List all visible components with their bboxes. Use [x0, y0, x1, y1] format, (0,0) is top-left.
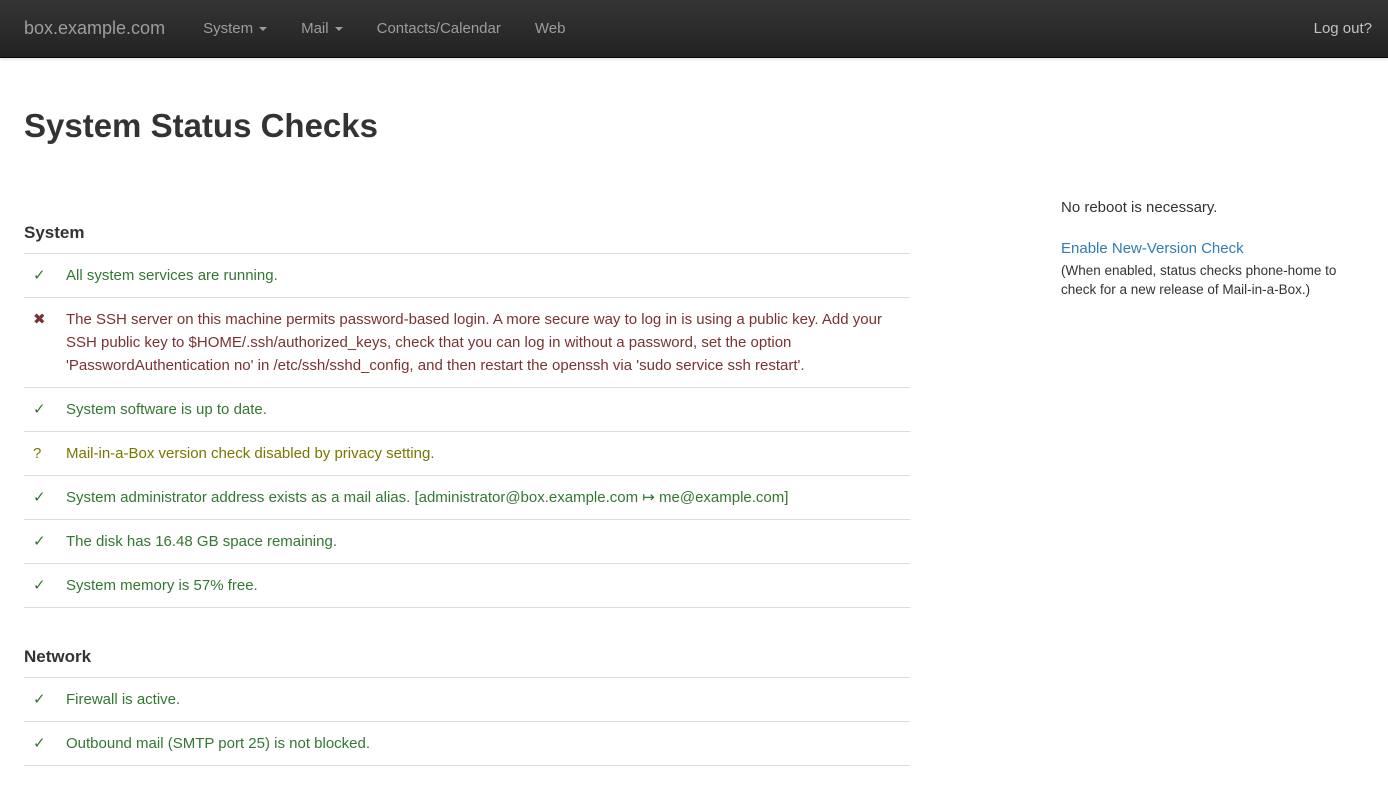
top-navbar: box.example.com System Mail Contacts/Cal…	[0, 0, 1388, 58]
enable-version-check-link[interactable]: Enable New-Version Check	[1061, 238, 1244, 259]
status-check-row: ✓ Outbound mail (SMTP port 25) is not bl…	[24, 722, 910, 766]
section-heading-row: System	[24, 184, 910, 254]
status-warning-icon: ?	[33, 445, 41, 462]
nav-item-label: Contacts/Calendar	[377, 20, 501, 37]
nav-item-web[interactable]: Web	[518, 0, 583, 57]
status-ok-icon: ✓	[33, 577, 46, 594]
sidebar-panel: No reboot is necessary. Enable New-Versi…	[1061, 184, 1364, 299]
status-text: Mail-in-a-Box version check disabled by …	[66, 445, 435, 462]
status-ok-icon: ✓	[33, 691, 46, 708]
nav-item-label: Web	[535, 20, 566, 37]
status-text: Firewall is active.	[66, 691, 180, 708]
logout-link[interactable]: Log out?	[1314, 20, 1372, 37]
version-check-note: (When enabled, status checks phone-home …	[1061, 261, 1364, 299]
section-heading: System	[24, 222, 902, 243]
status-text: System software is up to date.	[66, 401, 267, 418]
status-text: Outbound mail (SMTP port 25) is not bloc…	[66, 735, 370, 752]
status-check-row: ✓ The disk has 16.48 GB space remaining.	[24, 520, 910, 564]
status-check-row: ✓ System memory is 57% free.	[24, 564, 910, 608]
nav-item-contacts-calendar[interactable]: Contacts/Calendar	[360, 0, 518, 57]
section-heading-row: Network	[24, 608, 910, 678]
nav-item-system[interactable]: System	[186, 0, 284, 57]
nav-item-mail[interactable]: Mail	[284, 0, 360, 57]
navbar-menu: System Mail Contacts/Calendar Web	[186, 0, 582, 57]
nav-item-label: System	[203, 20, 253, 37]
status-check-row: ✓ System administrator address exists as…	[24, 476, 910, 520]
reboot-status-text: No reboot is necessary.	[1061, 197, 1364, 218]
status-check-row: ✖ The SSH server on this machine permits…	[24, 298, 910, 388]
status-ok-icon: ✓	[33, 401, 46, 418]
caret-down-icon	[335, 27, 343, 31]
status-error-icon: ✖	[33, 311, 46, 328]
status-check-row: ✓ System software is up to date.	[24, 388, 910, 432]
status-text: The SSH server on this machine permits p…	[66, 311, 882, 374]
navbar-brand[interactable]: box.example.com	[24, 18, 165, 39]
page-title: System Status Checks	[24, 108, 1364, 144]
status-text: All system services are running.	[66, 267, 278, 284]
status-check-row: ✓ All system services are running.	[24, 254, 910, 298]
caret-down-icon	[259, 27, 267, 31]
status-ok-icon: ✓	[33, 735, 46, 752]
status-ok-icon: ✓	[33, 489, 46, 506]
status-check-row: ? Mail-in-a-Box version check disabled b…	[24, 432, 910, 476]
status-ok-icon: ✓	[33, 533, 46, 550]
status-ok-icon: ✓	[33, 267, 46, 284]
status-text: The disk has 16.48 GB space remaining.	[66, 533, 337, 550]
status-checks-table: System ✓ All system services are running…	[24, 184, 910, 766]
nav-item-label: Mail	[301, 20, 329, 37]
section-heading: Network	[24, 646, 902, 667]
status-check-row: ✓ Firewall is active.	[24, 678, 910, 722]
status-text: System memory is 57% free.	[66, 577, 258, 594]
status-checks-panel: System ✓ All system services are running…	[24, 184, 910, 766]
status-text: System administrator address exists as a…	[66, 489, 788, 506]
main-content: System Status Checks System ✓ All system…	[0, 108, 1388, 766]
